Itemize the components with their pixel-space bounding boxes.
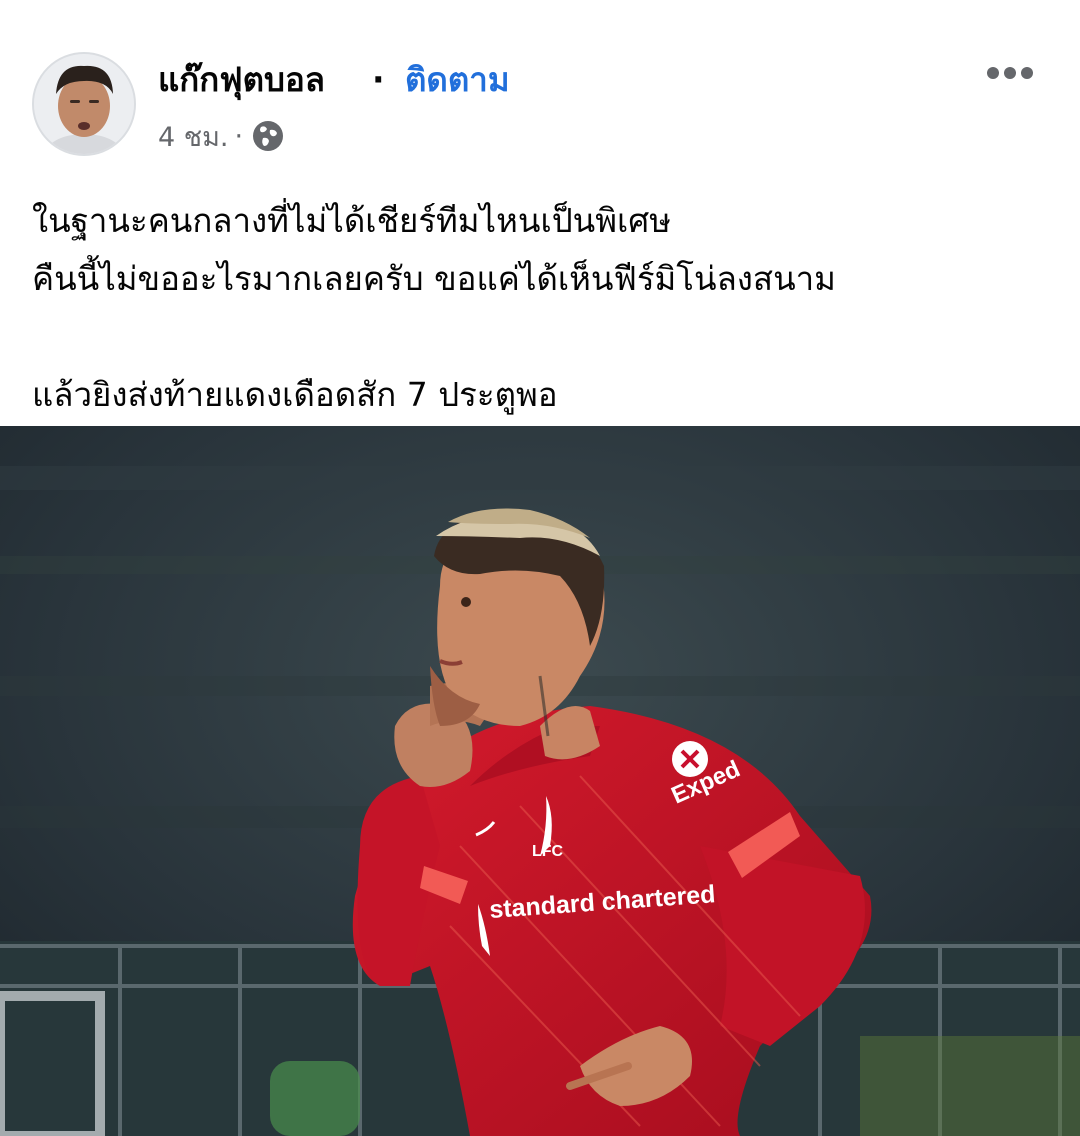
follow-button[interactable]: ติดตาม (405, 58, 510, 102)
post-text: ในฐานะคนกลางที่ไม่ได้เชียร์ทีมไหนเป็นพิเ… (32, 192, 1052, 424)
crest-text: LFC (532, 843, 564, 860)
avatar[interactable] (32, 52, 136, 156)
post-text-line: แล้วยิงส่งท้ายแดงเดือดสัก 7 ประตูพอ (32, 375, 558, 414)
author-name[interactable]: แก๊กฟุตบอล (158, 58, 325, 102)
avatar-image (34, 54, 134, 154)
timestamp[interactable]: 4 ชม. (158, 115, 228, 158)
more-options-button[interactable] (984, 56, 1036, 90)
post-meta: 4 ชม. · (158, 116, 285, 156)
more-horizontal-icon (987, 67, 1033, 79)
photo-image: Exped LFC standard chartered (0, 426, 1080, 1136)
post-text-line: คืนนี้ไม่ขออะไรมากเลยครับ ขอแค่ได้เห็นฟี… (32, 259, 836, 298)
post-photo[interactable]: Exped LFC standard chartered (0, 426, 1080, 1136)
name-separator: · (372, 60, 385, 99)
post-header: แก๊กฟุตบอล · ติดตาม 4 ชม. · (0, 0, 1080, 160)
meta-separator: · (234, 120, 244, 152)
post-text-line: ในฐานะคนกลางที่ไม่ได้เชียร์ทีมไหนเป็นพิเ… (32, 201, 671, 240)
globe-icon (251, 119, 285, 153)
